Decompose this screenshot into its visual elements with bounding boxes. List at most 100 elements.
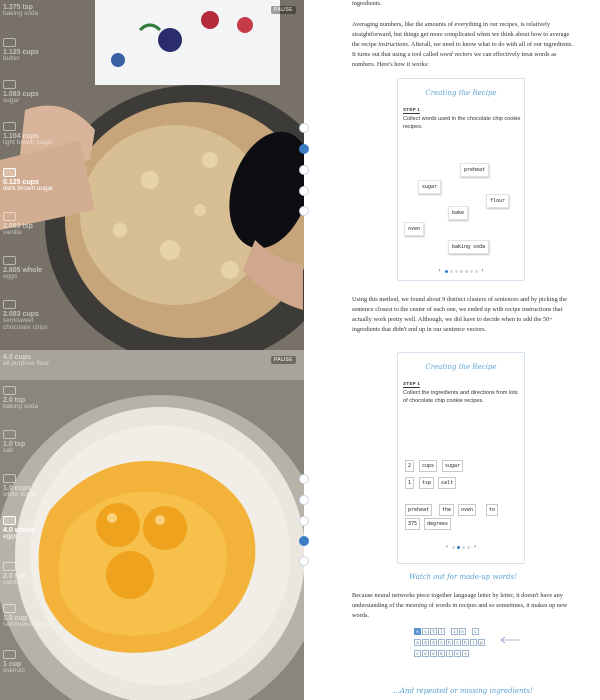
token-chip: the [439,504,455,516]
ingredient-item: 1.125 cups butter [3,38,63,63]
letter-key: i [451,628,458,635]
spoon-icon [3,212,16,221]
progress-dot[interactable] [299,556,309,566]
letter-key: p [478,639,485,646]
letter-key: n [459,628,466,635]
progress-dot[interactable] [299,186,309,196]
token-chip: salt [438,477,457,489]
ingredient-item: 2.583 tsp vanilla [3,212,63,237]
letter-key: c [472,628,479,635]
progress-dot-active[interactable] [299,536,309,546]
chevron-right-icon[interactable]: › [474,543,476,553]
video-top[interactable]: PAUSE 1.375 tsp baking soda 1.125 cups b… [0,0,304,350]
chevron-left-icon[interactable]: ‹ [439,267,441,277]
pager-dot[interactable] [474,270,478,274]
token-chip: tsp [419,477,435,489]
word-chip: baking soda [448,240,490,254]
recipe-card-words: Creating the Recipe STEP 1 Collect words… [397,78,525,281]
progress-dot-active[interactable] [299,144,309,154]
letter-key: c [414,650,421,657]
ingredient-item-active: 4.0 whole eggs [3,516,63,541]
letter-key: d [422,639,429,646]
key-row: addchchip [414,639,486,647]
measuring-cup-icon [3,122,16,131]
letter-key: h [462,639,469,646]
ingredient-item: 1.375 tsp baking soda [3,4,39,18]
word-chip: preheat [460,163,490,177]
video-bottom[interactable]: PAUSE 4.0 cups all purpose flour 2.0 tsp… [0,350,304,700]
pager-dot[interactable] [449,270,453,274]
recipe-card-ingredients: Creating the Recipe STEP 1 Collect the i… [397,352,525,564]
pause-button[interactable]: PAUSE [270,356,296,364]
letter-key: i [446,650,453,657]
progress-dot[interactable] [299,123,309,133]
key-gap [446,628,450,635]
pager-dot[interactable] [452,546,455,550]
pager-dot[interactable] [467,546,470,550]
paragraph-averaging: Averaging numbers, like the amounts of e… [352,21,574,69]
key-row: cookies [414,650,470,658]
measuring-cup-icon [3,168,16,177]
spoon-icon [3,562,16,571]
arrow-left-icon [500,636,520,644]
callout-made-up-words: Watch out for made-up words! [409,573,517,581]
token-chip: preheat [405,504,433,516]
token-chip: cups [419,460,438,472]
pager-dot[interactable] [464,270,468,274]
spoon-icon [3,430,16,439]
card-pager: ‹ › [398,267,524,278]
word-chip: bake [448,206,469,220]
letter-key: o [422,650,429,657]
ingredient-item: 1 cup walnuts [3,650,63,675]
egg-icon [3,256,16,265]
card-pager: ‹ › [398,543,524,554]
word-chip: sugar [418,180,442,194]
step-text: Collect the ingredients and directions f… [403,390,518,405]
pager-dot-active[interactable] [457,546,460,550]
measuring-cup-icon [3,300,16,309]
letter-key: o [430,650,437,657]
chevron-left-icon[interactable]: ‹ [446,543,448,553]
paragraph-clusters: Using this method, we found about 9 dist… [352,296,567,334]
ingredient-item: 1.104 cups light brown sugar [3,122,63,147]
word-chip: oven [404,222,425,236]
ingredient-item: 2.0 tsp baking soda [3,386,63,411]
paragraph: ingredients. [352,0,382,7]
progress-dot[interactable] [299,206,309,216]
letter-key: t [430,628,437,635]
word-chip: flour [486,194,510,208]
measuring-cup-icon [3,38,16,47]
progress-dot[interactable] [299,516,309,526]
pager-dot[interactable] [459,270,463,274]
step-text: Collect words used in the chocolate chip… [403,116,521,131]
pause-button[interactable]: PAUSE [270,6,296,14]
card-title: Creating the Recipe [425,89,497,97]
ingredient-item: 4.0 cups all purpose flour [3,354,50,368]
token-chip: 375 [405,518,421,530]
letter-key: d [430,639,437,646]
ingredient-item: 2.805 whole eggs [3,256,63,281]
progress-dot[interactable] [299,165,309,175]
pager-dot[interactable] [454,270,458,274]
letter-key: e [454,650,461,657]
ingredient-item: 2.083 cups semisweet chocolate chips [3,300,63,332]
ingredient-item: 1.083 cups sugar [3,80,63,105]
measuring-cup-icon [3,650,16,659]
token-chip: degrees [424,518,452,530]
progress-dot[interactable] [299,495,309,505]
letter-key: e [414,628,421,635]
paragraph-neural: Because neural networks piece together l… [352,592,568,620]
egg-icon [3,516,16,525]
letter-key: k [438,650,445,657]
pager-dot-active[interactable] [444,270,448,274]
progress-dot[interactable] [299,474,309,484]
chevron-right-icon[interactable]: › [482,267,484,277]
key-gap [467,628,471,635]
pager-dot[interactable] [469,270,473,274]
letter-key: a [414,639,421,646]
callout-repeated-ingredients: ...And repeated or missing ingredients! [393,687,533,695]
letter-key: s [462,650,469,657]
token-chip: 2 [405,460,415,472]
measuring-cup-icon [3,474,16,483]
pager-dot[interactable] [462,546,465,550]
